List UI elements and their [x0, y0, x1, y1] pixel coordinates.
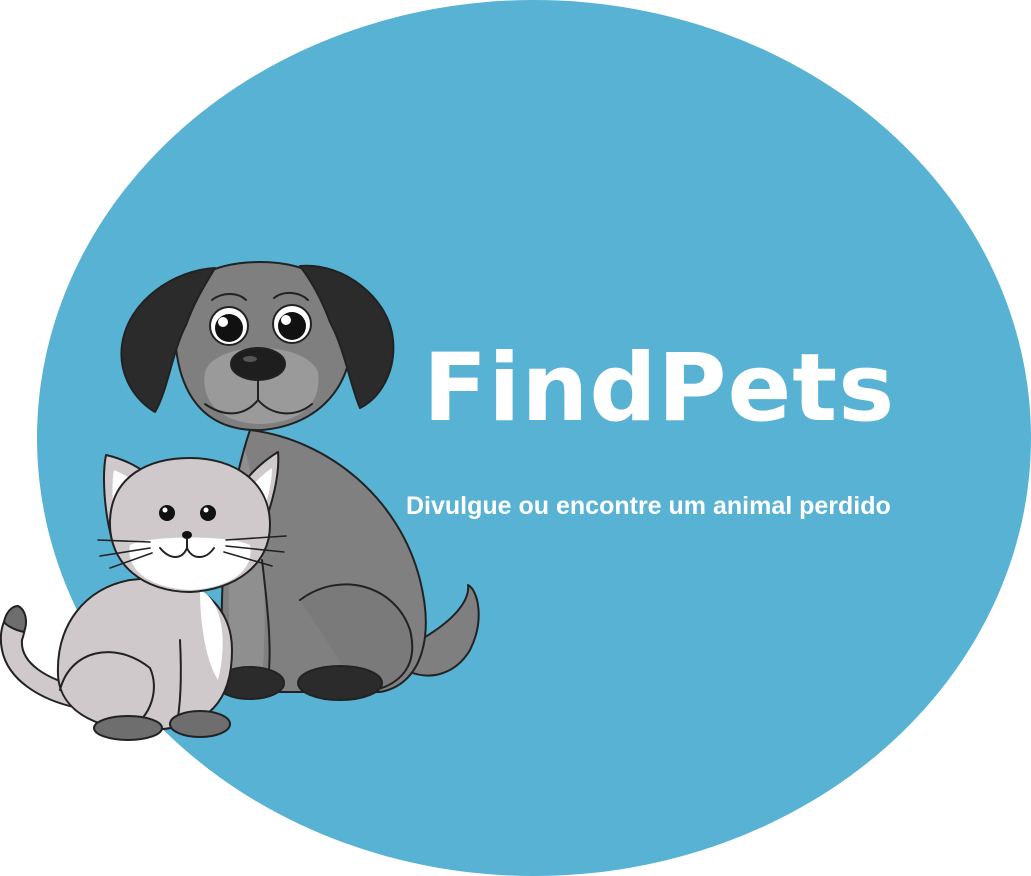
app-tagline: Divulgue ou encontre um animal perdido: [406, 492, 891, 520]
app-title: FindPets: [423, 334, 896, 443]
splash-screen: FindPets Divulgue ou encontre um animal …: [0, 0, 1031, 876]
